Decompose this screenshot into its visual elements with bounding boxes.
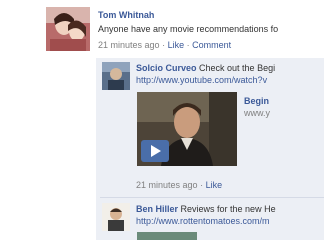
commenter-avatar[interactable] bbox=[102, 203, 130, 231]
comment-like-link[interactable]: Like bbox=[206, 180, 223, 190]
comment-author[interactable]: Ben Hiller bbox=[136, 204, 178, 214]
link-title[interactable]: Begin bbox=[244, 96, 269, 106]
avatar[interactable] bbox=[46, 7, 90, 51]
comment-link[interactable]: Comment bbox=[192, 40, 231, 50]
separator: · bbox=[200, 180, 204, 190]
post-text: Anyone have any movie recommendations fo bbox=[98, 24, 279, 34]
comment-actions: 21 minutes ago · Like bbox=[136, 180, 222, 190]
play-icon bbox=[151, 145, 161, 157]
post-author[interactable]: Tom Whitnah bbox=[98, 10, 154, 20]
commenter-avatar[interactable] bbox=[102, 62, 130, 90]
comment-author[interactable]: Solcio Curveo bbox=[136, 63, 197, 73]
comment-timestamp[interactable]: 21 minutes ago bbox=[136, 180, 198, 190]
divider bbox=[100, 197, 324, 198]
comment-text: Reviews for the new He bbox=[180, 204, 276, 214]
link-domain: www.y bbox=[244, 108, 271, 118]
separator: · bbox=[186, 40, 190, 50]
like-link[interactable]: Like bbox=[168, 40, 185, 50]
comment-url[interactable]: http://www.rottentomatoes.com/m bbox=[136, 216, 270, 226]
link-thumbnail[interactable] bbox=[137, 232, 197, 240]
comment-line: Ben Hiller Reviews for the new He bbox=[136, 204, 276, 214]
separator: · bbox=[162, 40, 166, 50]
comment-text: Check out the Begi bbox=[199, 63, 276, 73]
video-thumbnail[interactable] bbox=[137, 92, 237, 166]
feed: { "post": { "author": "Tom Whitnah", "te… bbox=[0, 0, 324, 240]
play-button[interactable] bbox=[141, 140, 169, 162]
comment-url[interactable]: http://www.youtube.com/watch?v bbox=[136, 75, 267, 85]
comment-line: Solcio Curveo Check out the Begi bbox=[136, 63, 275, 73]
post-timestamp[interactable]: 21 minutes ago bbox=[98, 40, 160, 50]
post-actions: 21 minutes ago · Like · Comment bbox=[98, 40, 231, 50]
